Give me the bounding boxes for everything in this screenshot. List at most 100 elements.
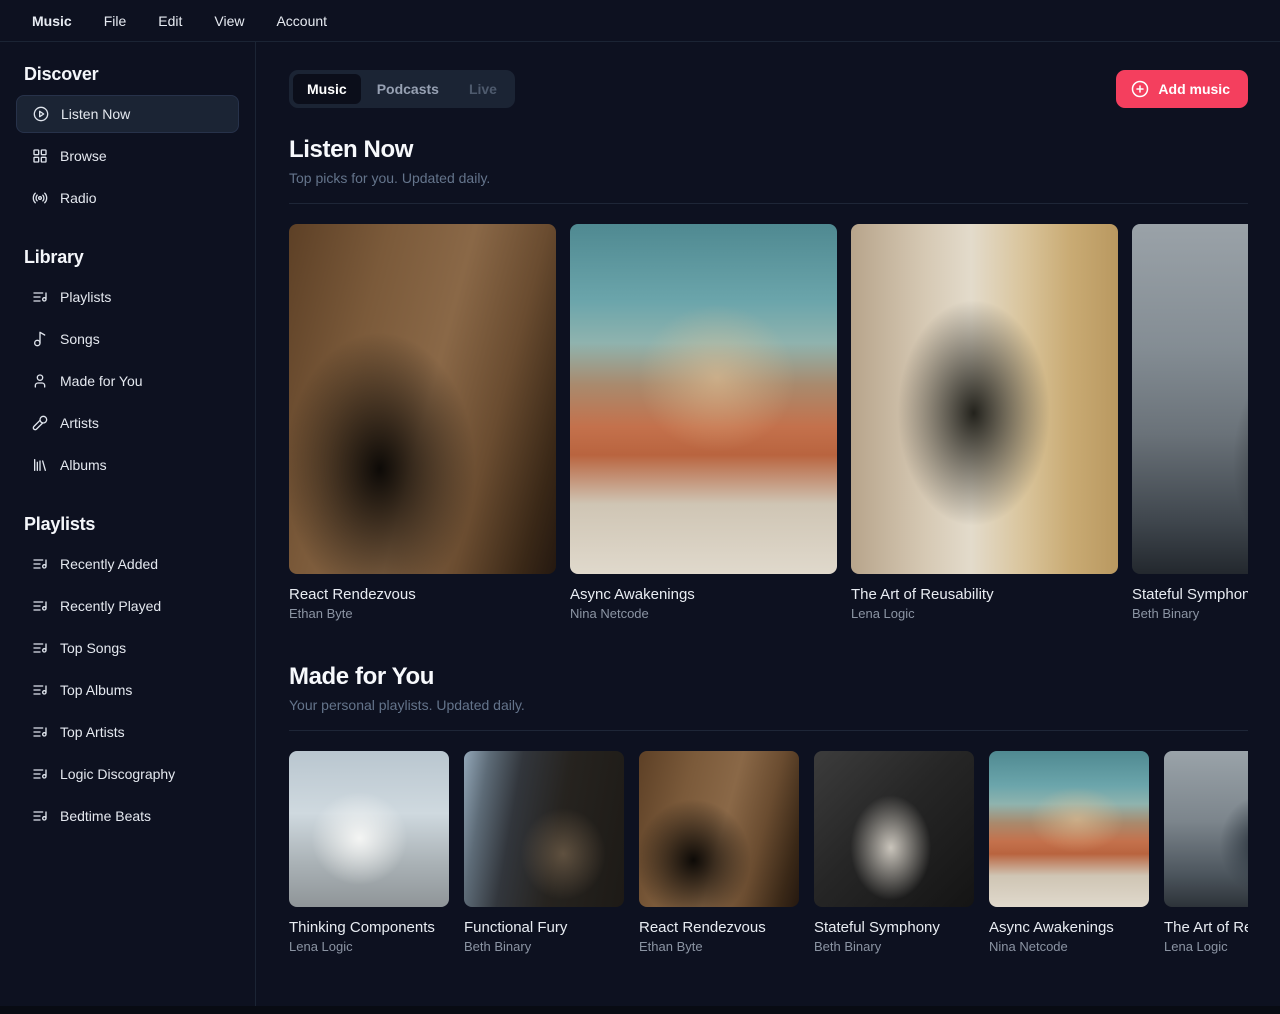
sidebar-item-logic-discography[interactable]: Logic Discography [16, 755, 239, 793]
menu-file[interactable]: File [88, 5, 143, 37]
playlist-card-stateful-symphony[interactable]: Stateful Symphony Beth Binary [814, 751, 974, 954]
made-for-you-row: Thinking Components Lena Logic Functiona… [289, 751, 1248, 954]
sidebar-item-label: Albums [60, 457, 107, 473]
menu-account[interactable]: Account [260, 5, 343, 37]
sidebar-item-label: Browse [60, 148, 107, 164]
album-title: Async Awakenings [570, 586, 837, 603]
sidebar-item-bedtime-beats[interactable]: Bedtime Beats [16, 797, 239, 835]
sidebar-item-albums[interactable]: Albums [16, 446, 239, 484]
user-icon [32, 373, 48, 389]
library-icon [32, 457, 48, 473]
playlist-art[interactable] [289, 751, 449, 907]
sidebar-item-browse[interactable]: Browse [16, 137, 239, 175]
sidebar-item-top-songs[interactable]: Top Songs [16, 629, 239, 667]
tab-podcasts[interactable]: Podcasts [363, 74, 453, 104]
menubar: Music File Edit View Account [0, 0, 1280, 42]
tab-music[interactable]: Music [293, 74, 361, 104]
playlist-artist: Lena Logic [289, 939, 449, 954]
album-artist: Ethan Byte [289, 606, 556, 621]
mic-icon [32, 415, 48, 431]
sidebar-item-label: Radio [60, 190, 97, 206]
content-tabs: Music Podcasts Live [289, 70, 515, 108]
album-card-react-rendezvous[interactable]: React Rendezvous Ethan Byte [289, 224, 556, 621]
playlist-title: React Rendezvous [639, 919, 799, 936]
sidebar-item-label: Songs [60, 331, 100, 347]
sidebar-item-label: Top Artists [60, 724, 125, 740]
playlist-art[interactable] [639, 751, 799, 907]
listen-now-row: React Rendezvous Ethan Byte Async Awaken… [289, 224, 1248, 621]
sidebar-item-made-for-you[interactable]: Made for You [16, 362, 239, 400]
section-title: Made for You [289, 663, 1248, 691]
playlist-card-thinking-components[interactable]: Thinking Components Lena Logic [289, 751, 449, 954]
album-card-art-of-reusability[interactable]: The Art of Reusability Lena Logic [851, 224, 1118, 621]
album-art[interactable] [289, 224, 556, 574]
album-art[interactable] [570, 224, 837, 574]
list-music-icon [32, 682, 48, 698]
tab-live: Live [455, 74, 511, 104]
add-music-label: Add music [1158, 81, 1230, 97]
sidebar-item-top-albums[interactable]: Top Albums [16, 671, 239, 709]
sidebar-item-label: Logic Discography [60, 766, 175, 782]
playlist-title: Functional Fury [464, 919, 624, 936]
playlist-card-art-of-reusability[interactable]: The Art of Reusability Lena Logic [1164, 751, 1248, 954]
sidebar-section-library: Library Playlists Songs Made for You [16, 247, 239, 484]
album-art[interactable] [1132, 224, 1248, 574]
sidebar-section-title: Playlists [16, 514, 239, 535]
playlist-title: Async Awakenings [989, 919, 1149, 936]
sidebar-item-playlists[interactable]: Playlists [16, 278, 239, 316]
list-music-icon [32, 808, 48, 824]
playlist-artist: Lena Logic [1164, 939, 1248, 954]
sidebar-item-listen-now[interactable]: Listen Now [16, 95, 239, 133]
playlist-card-functional-fury[interactable]: Functional Fury Beth Binary [464, 751, 624, 954]
playlist-card-react-rendezvous[interactable]: React Rendezvous Ethan Byte [639, 751, 799, 954]
sidebar-item-top-artists[interactable]: Top Artists [16, 713, 239, 751]
album-card-async-awakenings[interactable]: Async Awakenings Nina Netcode [570, 224, 837, 621]
playlist-title: The Art of Reusability [1164, 919, 1248, 936]
sidebar-item-label: Top Albums [60, 682, 132, 698]
sidebar-item-label: Recently Played [60, 598, 161, 614]
section-title: Listen Now [289, 136, 1248, 164]
sidebar-item-label: Artists [60, 415, 99, 431]
play-circle-icon [33, 106, 49, 122]
sidebar-item-artists[interactable]: Artists [16, 404, 239, 442]
playlist-art[interactable] [814, 751, 974, 907]
album-art[interactable] [851, 224, 1118, 574]
sidebar-section-discover: Discover Listen Now Browse Radio [16, 64, 239, 217]
sidebar-item-label: Made for You [60, 373, 143, 389]
sidebar-item-recently-added[interactable]: Recently Added [16, 545, 239, 583]
section-listen-now: Listen Now Top picks for you. Updated da… [289, 136, 1248, 621]
sidebar-item-radio[interactable]: Radio [16, 179, 239, 217]
layout-grid-icon [32, 148, 48, 164]
section-subtitle: Your personal playlists. Updated daily. [289, 697, 1248, 713]
sidebar-section-playlists: Playlists Recently Added Recently Played… [16, 514, 239, 835]
main-content: Music Podcasts Live Add music Listen Now… [256, 42, 1280, 1013]
sidebar-item-recently-played[interactable]: Recently Played [16, 587, 239, 625]
playlist-artist: Nina Netcode [989, 939, 1149, 954]
playlist-art[interactable] [989, 751, 1149, 907]
divider [289, 203, 1248, 204]
playlist-art[interactable] [1164, 751, 1248, 907]
playlist-title: Thinking Components [289, 919, 449, 936]
album-card-stateful-symphony[interactable]: Stateful Symphony Beth Binary [1132, 224, 1248, 621]
menu-view[interactable]: View [198, 5, 260, 37]
sidebar-item-label: Listen Now [61, 106, 130, 122]
divider [289, 730, 1248, 731]
add-music-button[interactable]: Add music [1116, 70, 1248, 108]
menu-edit[interactable]: Edit [142, 5, 198, 37]
app-shell: Discover Listen Now Browse Radio [0, 42, 1280, 1013]
album-artist: Beth Binary [1132, 606, 1248, 621]
playlist-artist: Ethan Byte [639, 939, 799, 954]
sidebar-item-label: Bedtime Beats [60, 808, 151, 824]
list-music-icon [32, 640, 48, 656]
list-music-icon [32, 724, 48, 740]
sidebar-item-songs[interactable]: Songs [16, 320, 239, 358]
playlist-title: Stateful Symphony [814, 919, 974, 936]
album-artist: Nina Netcode [570, 606, 837, 621]
playlist-card-async-awakenings[interactable]: Async Awakenings Nina Netcode [989, 751, 1149, 954]
album-title: The Art of Reusability [851, 586, 1118, 603]
album-title: Stateful Symphony [1132, 586, 1248, 603]
sidebar-item-label: Recently Added [60, 556, 158, 572]
playlist-art[interactable] [464, 751, 624, 907]
menu-music[interactable]: Music [16, 5, 88, 37]
sidebar-section-title: Library [16, 247, 239, 268]
